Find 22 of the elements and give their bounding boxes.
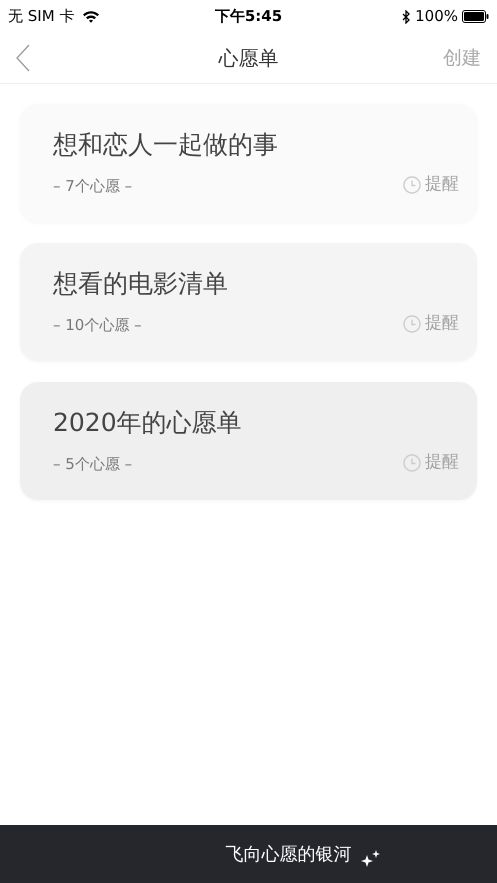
clock-icon xyxy=(403,176,421,194)
wishlist-card[interactable]: 想看的电影清单 – 10个心愿 – 提醒 xyxy=(20,243,477,361)
wishlist-card[interactable]: 想和恋人一起做的事 – 7个心愿 – 提醒 xyxy=(20,104,477,222)
wishlist-title: 想看的电影清单 xyxy=(53,269,229,299)
wish-count: – 10个心愿 – xyxy=(53,315,142,336)
page-title: 心愿单 xyxy=(218,45,278,72)
wishlist-title: 想和恋人一起做的事 xyxy=(53,130,279,160)
galaxy-button[interactable]: 飞向心愿的银河 xyxy=(0,825,497,883)
battery-icon xyxy=(462,10,489,23)
wish-count: – 7个心愿 – xyxy=(53,176,132,197)
status-time: 下午5:45 xyxy=(214,6,282,28)
wishlist-card[interactable]: 2020年的心愿单 – 5个心愿 – 提醒 xyxy=(20,382,477,500)
clock-icon xyxy=(403,314,421,333)
wishlist-title: 2020年的心愿单 xyxy=(53,408,243,438)
bluetooth-icon xyxy=(402,10,412,24)
back-icon[interactable] xyxy=(16,42,30,72)
wifi-icon xyxy=(82,10,100,23)
sparkle-icon xyxy=(360,849,382,869)
battery-percent: 100% xyxy=(415,6,458,28)
clock-icon xyxy=(403,454,421,472)
wish-count: – 5个心愿 – xyxy=(53,454,132,475)
carrier-label: 无 SIM 卡 xyxy=(8,6,74,28)
